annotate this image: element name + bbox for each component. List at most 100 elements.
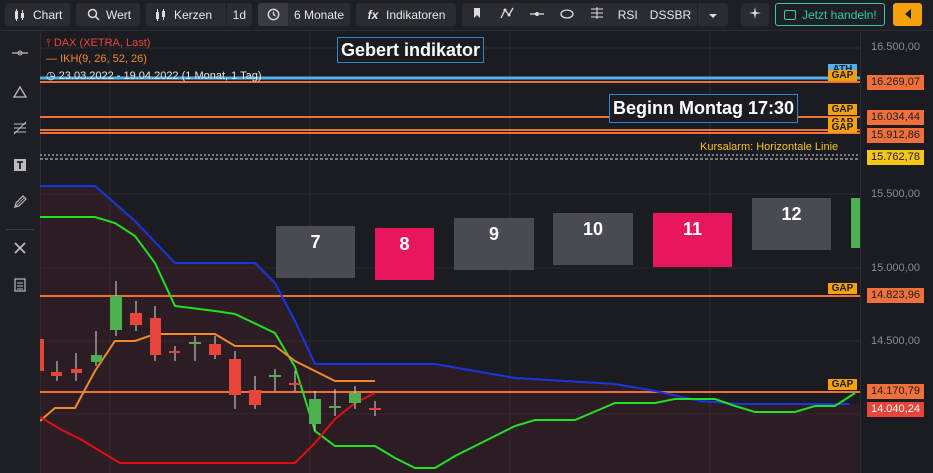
legend-period[interactable]: ◷ 23.03.2022 - 19.04.2022 (1 Monat, 1 Ta…	[46, 69, 262, 82]
drawing-sidebar	[0, 31, 41, 473]
y-tick: 16.500,00	[871, 41, 920, 53]
gap-text: GAP	[831, 104, 854, 115]
day-box-label: 8	[399, 234, 410, 254]
chart-label: Chart	[33, 7, 63, 22]
dax-candle-icon: ⫯	[46, 37, 51, 49]
wert-search-button[interactable]: Wert	[76, 3, 140, 26]
chevron-down-icon	[708, 8, 718, 22]
triangle-tool-icon[interactable]	[12, 84, 28, 100]
day-box-label: 11	[682, 219, 703, 239]
trade-icon	[784, 9, 796, 20]
candlestick-icon	[11, 6, 29, 24]
chevron-left-icon	[904, 8, 912, 22]
price-label-alarm: 15.762,78	[867, 150, 924, 165]
price-label: 15.912,86	[867, 128, 924, 143]
indikatoren-label: Indikatoren	[386, 7, 446, 22]
kursalarm-label: Kursalarm: Horizontale Linie	[700, 141, 839, 153]
price-label: 14.170,79	[867, 384, 924, 399]
bookmark-tool[interactable]	[462, 3, 492, 26]
ikh-line-icon: —	[46, 53, 57, 65]
y-tick: 15.000,00	[871, 262, 920, 274]
gap-marker: GAP	[828, 122, 857, 133]
fx-icon: fx	[367, 7, 379, 22]
dssbr-label: DSSBR	[649, 7, 692, 22]
layers-icon[interactable]	[12, 277, 28, 293]
interval-label: 1d	[232, 7, 246, 22]
day-box-label: 12	[781, 204, 802, 224]
fibonacci-tool[interactable]	[582, 3, 612, 26]
trade-now-button[interactable]: Jetzt handeln!	[775, 3, 885, 26]
gap-text: GAP	[831, 122, 854, 133]
rsi-button[interactable]: RSI	[612, 3, 644, 26]
horizontal-line-icon	[529, 8, 544, 22]
gap-text: GAP	[831, 379, 854, 390]
gap-text: GAP	[831, 283, 854, 294]
day-box-10[interactable]: 10	[553, 213, 633, 265]
tools-icon[interactable]	[12, 240, 28, 256]
interval-button[interactable]: 1d	[227, 3, 252, 26]
fibonacci-icon	[590, 7, 603, 22]
range-group: 6 Monate	[258, 3, 350, 26]
note-beginn-text: Beginn Montag 17:30	[613, 98, 795, 118]
sparkle-icon	[748, 6, 762, 23]
range-button[interactable]: 6 Monate	[288, 3, 350, 26]
candles-icon	[152, 6, 170, 24]
legend-dax[interactable]: ⫯ DAX (XETRA, Last)	[46, 37, 150, 50]
ellipse-tool[interactable]	[552, 3, 582, 26]
collapse-panel-button[interactable]	[893, 3, 922, 26]
bookmark-icon	[472, 7, 482, 22]
y-tick: 14.500,00	[871, 335, 920, 347]
range-label: 6 Monate	[294, 7, 345, 22]
day-box-11[interactable]: 11	[653, 213, 732, 267]
note-gebert-text: Gebert indikator	[341, 40, 481, 60]
pencil-tool-icon[interactable]	[12, 194, 28, 210]
price-label: 16.034,44	[867, 110, 924, 125]
ellipse-icon	[560, 8, 574, 22]
legend-dax-label: DAX (XETRA, Last)	[53, 37, 151, 49]
clock-button[interactable]	[258, 3, 288, 26]
gap-marker: GAP	[828, 379, 857, 390]
gap-marker: GAP	[828, 104, 857, 115]
day-box-9[interactable]: 9	[454, 218, 534, 270]
indikatoren-button[interactable]: fx Indikatoren	[356, 3, 456, 26]
horizontal-line-tool-icon[interactable]	[12, 45, 28, 61]
clock-icon	[264, 6, 282, 24]
chart-type-group: Kerzen 1d	[146, 3, 252, 26]
drawing-tools-group: RSI DSSBR	[462, 3, 728, 26]
trade-label: Jetzt handeln!	[802, 7, 877, 22]
dssbr-button[interactable]: DSSBR	[644, 3, 697, 26]
note-gebert-indikator[interactable]: Gebert indikator	[337, 37, 485, 63]
clock-small-icon: ◷	[46, 70, 56, 82]
kerzen-button[interactable]: Kerzen	[146, 3, 226, 26]
wert-label: Wert	[106, 7, 132, 22]
legend-ikh-label: IKH(9, 26, 52, 26)	[60, 53, 147, 65]
line-tool[interactable]	[522, 3, 552, 26]
day-box-8[interactable]: 8	[375, 228, 434, 280]
fibonacci-tool-icon[interactable]	[12, 120, 28, 136]
day-box-label: 10	[582, 219, 604, 239]
day-box-7[interactable]: 7	[276, 226, 355, 278]
price-label-current: 14.040,24	[867, 402, 924, 417]
text-tool-icon[interactable]	[12, 157, 28, 173]
note-beginn-montag[interactable]: Beginn Montag 17:30	[609, 94, 799, 123]
gap-text: GAP	[831, 70, 854, 81]
price-label: 14.823,96	[867, 288, 924, 303]
day-box-label: 9	[488, 224, 499, 244]
ichimoku-cloud	[40, 186, 860, 473]
toolbar: Chart Wert Kerzen 1d 6 Monate fx Indikat…	[0, 0, 933, 31]
chart-button[interactable]: Chart	[5, 3, 70, 26]
path-icon	[500, 7, 514, 22]
search-icon	[84, 6, 102, 24]
legend-ikh[interactable]: — IKH(9, 26, 52, 26)	[46, 53, 147, 65]
gap-marker: GAP	[828, 283, 857, 294]
day-box-label: 7	[310, 232, 321, 252]
sparkle-button[interactable]	[741, 3, 769, 26]
y-tick: 15.500,00	[871, 188, 920, 200]
price-label: 16.269,07	[867, 75, 924, 90]
legend-period-label: 23.03.2022 - 19.04.2022 (1 Monat, 1 Tag)	[58, 70, 262, 82]
more-dropdown[interactable]	[698, 3, 728, 26]
price-axis[interactable]: 16.500,00 15.500,00 15.000,00 14.500,00 …	[860, 31, 933, 473]
gap-marker: GAP	[828, 70, 857, 81]
path-tool[interactable]	[492, 3, 522, 26]
day-box-12[interactable]: 12	[752, 198, 831, 250]
